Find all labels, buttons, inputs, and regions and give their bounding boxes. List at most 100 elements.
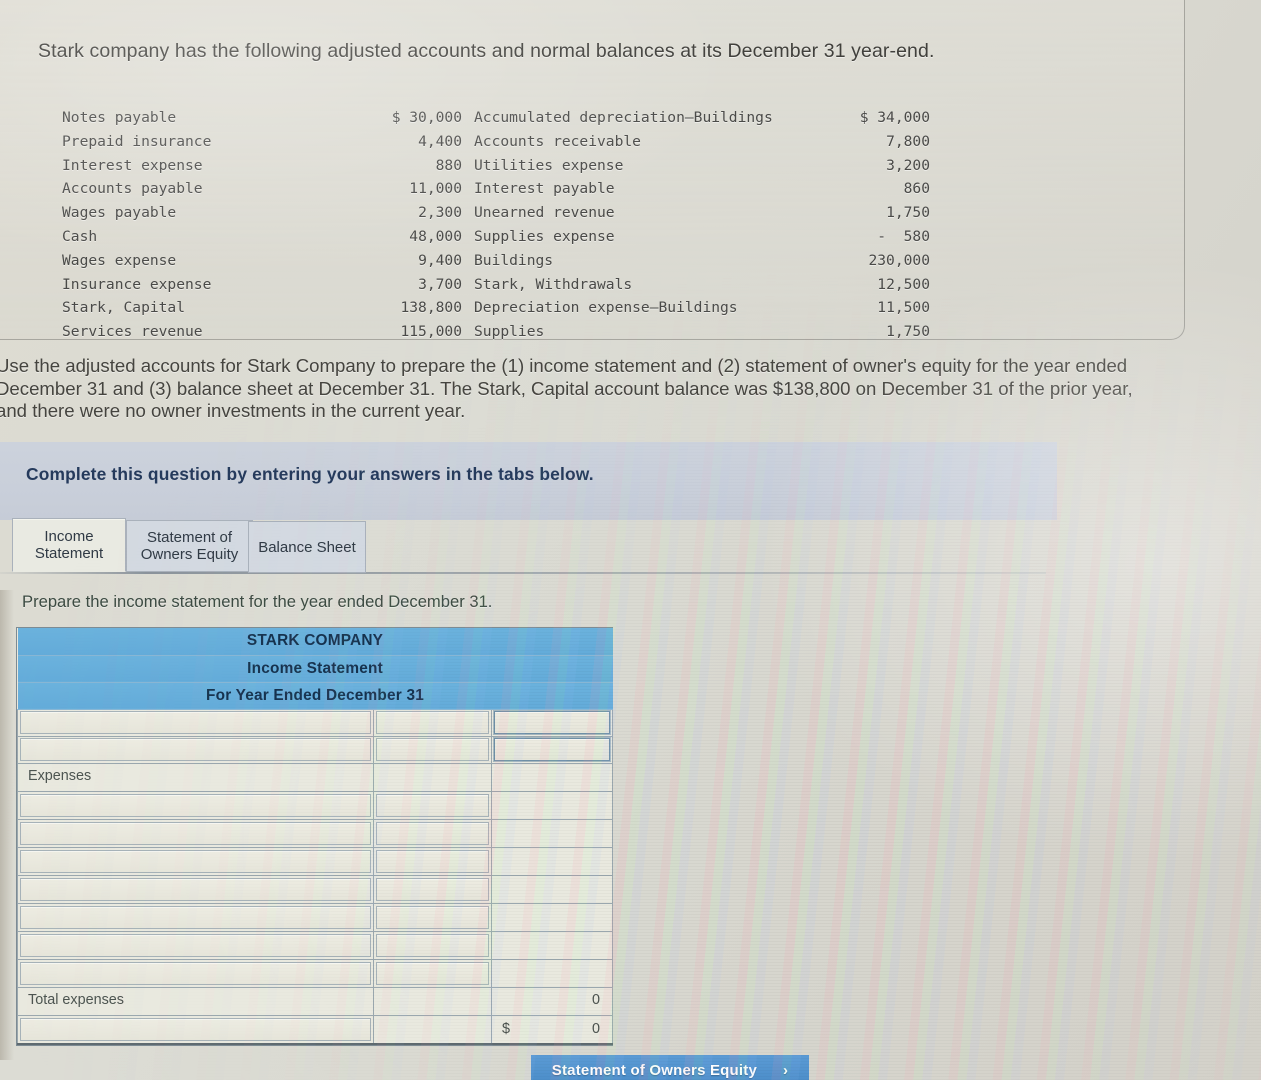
row-label-cell[interactable] (17, 846, 374, 876)
screen-left-edge (0, 590, 14, 1060)
net-income-col2 (374, 1016, 491, 1043)
row-col3-cell (490, 790, 614, 820)
row-label-cell[interactable] (17, 735, 374, 764)
amount-input-col2[interactable] (376, 711, 489, 734)
row-col2-cell[interactable] (373, 708, 492, 737)
row-col2-cell[interactable] (373, 874, 492, 904)
row-label-cell[interactable] (17, 818, 374, 848)
tab-balance-sheet-label: Balance Sheet (258, 538, 356, 556)
income-statement-table: STARK COMPANY Income Statement For Year … (17, 628, 614, 1045)
label-input[interactable] (20, 821, 371, 845)
amount-input-col2[interactable] (376, 933, 489, 957)
amount-col3 (492, 960, 612, 987)
tab-owners-equity-line1: Statement of (146, 529, 233, 546)
table-row (17, 818, 614, 848)
tab-balance-sheet[interactable]: Balance Sheet (248, 521, 366, 573)
tab-income-statement-line2: Statement (34, 545, 104, 562)
table-row (17, 902, 614, 932)
table-row: Total expenses 0 (17, 986, 614, 1016)
complete-question-text: Complete this question by entering your … (26, 464, 594, 484)
total-expenses-col2 (374, 988, 491, 1015)
label-input[interactable] (20, 933, 371, 957)
row-label-cell[interactable] (17, 708, 374, 737)
amount-input-col3[interactable] (494, 738, 611, 761)
amount-input-col2[interactable] (376, 793, 489, 817)
amount-input-col2[interactable] (376, 961, 489, 985)
row-label-cell[interactable] (17, 1014, 374, 1045)
table-row: $ 0 (17, 1014, 614, 1045)
row-col3-cell[interactable] (490, 735, 614, 764)
task-instructions: Use the adjusted accounts for Stark Comp… (0, 355, 1133, 421)
table-row (17, 874, 614, 904)
row-col2-cell[interactable] (373, 818, 492, 848)
amount-input-col3[interactable] (494, 711, 611, 734)
table-row (17, 930, 614, 960)
next-statement-of-owners-equity-button[interactable]: Statement of Owners Equity › (531, 1055, 809, 1080)
expenses-section-label-cell: Expenses (17, 762, 374, 792)
row-col3-cell (490, 874, 614, 904)
row-col3-cell (490, 930, 614, 960)
amount-col3 (492, 904, 612, 931)
net-income-value: 0 (592, 1021, 601, 1037)
income-statement-form: STARK COMPANY Income Statement For Year … (16, 627, 614, 1046)
accounts-left-values: $ 30,000 4,400 880 11,000 2,300 48,000 9… (391, 109, 462, 341)
row-col3-cell: $ 0 (490, 1014, 614, 1045)
amount-input-col2[interactable] (376, 905, 489, 929)
label-input[interactable] (20, 849, 371, 873)
amount-input-col2[interactable] (376, 877, 489, 901)
tab-income-statement-line1: Income (44, 528, 94, 545)
accounts-right-names: Accumulated depreciation—Buildings Accou… (474, 109, 773, 341)
row-col2-cell[interactable] (373, 958, 492, 988)
row-col2-cell (373, 762, 492, 792)
complete-question-banner: Complete this question by entering your … (0, 442, 1057, 520)
amount-input-col2[interactable] (376, 738, 489, 761)
statement-period: For Year Ended December 31 (17, 682, 613, 710)
label-input[interactable] (20, 877, 371, 901)
row-label-cell[interactable] (17, 902, 374, 932)
chevron-right-icon: › (783, 1061, 789, 1079)
page-title: Stark company has the following adjusted… (38, 40, 935, 62)
amount-input-col2[interactable] (376, 849, 489, 873)
table-row (17, 846, 614, 876)
row-col3-cell[interactable] (490, 708, 614, 737)
tab-statement-of-owners-equity[interactable]: Statement of Owners Equity (126, 520, 253, 572)
statement-title: Income Statement (17, 655, 613, 683)
row-col2-cell[interactable] (373, 930, 492, 960)
label-input[interactable] (20, 961, 371, 985)
row-label-cell[interactable] (17, 930, 374, 960)
expenses-col3 (492, 764, 612, 791)
amount-input-col2[interactable] (376, 821, 489, 845)
row-label-cell[interactable] (17, 790, 374, 820)
table-row (17, 708, 614, 737)
tab-strip: Income Statement Statement of Owners Equ… (0, 518, 1057, 574)
table-row (17, 790, 614, 820)
prepare-instruction: Prepare the income statement for the yea… (22, 592, 493, 611)
row-col3-cell (490, 846, 614, 876)
row-col2-cell[interactable] (373, 902, 492, 932)
label-input[interactable] (20, 793, 371, 817)
tab-income-statement[interactable]: Income Statement (12, 518, 126, 572)
accounts-left-names: Notes payable Prepaid insurance Interest… (62, 109, 212, 341)
amount-col3 (492, 932, 612, 959)
next-button-label: Statement of Owners Equity (551, 1061, 758, 1079)
net-income-value-wrap: $ 0 (492, 1016, 612, 1043)
label-input[interactable] (20, 711, 371, 734)
row-col2-cell[interactable] (373, 846, 492, 876)
label-input[interactable] (20, 905, 371, 929)
row-col3-cell (490, 818, 614, 848)
row-col3-cell (490, 958, 614, 988)
total-expenses-label-cell: Total expenses (17, 986, 374, 1016)
accounts-right-values: $ 34,000 7,800 3,200 860 1,750 - 580 230… (859, 109, 930, 341)
amount-col3 (492, 848, 612, 875)
adjusted-accounts-list: Notes payable Prepaid insurance Interest… (62, 106, 930, 340)
row-col2-cell[interactable] (373, 735, 492, 764)
row-label-cell[interactable] (17, 874, 374, 904)
amount-col3 (492, 820, 612, 847)
row-label-cell[interactable] (17, 958, 374, 988)
table-row (17, 735, 614, 764)
amount-col3 (492, 876, 612, 903)
row-col3-cell (490, 762, 614, 792)
row-col2-cell[interactable] (373, 790, 492, 820)
label-input[interactable] (20, 738, 371, 761)
label-input[interactable] (20, 1017, 371, 1041)
